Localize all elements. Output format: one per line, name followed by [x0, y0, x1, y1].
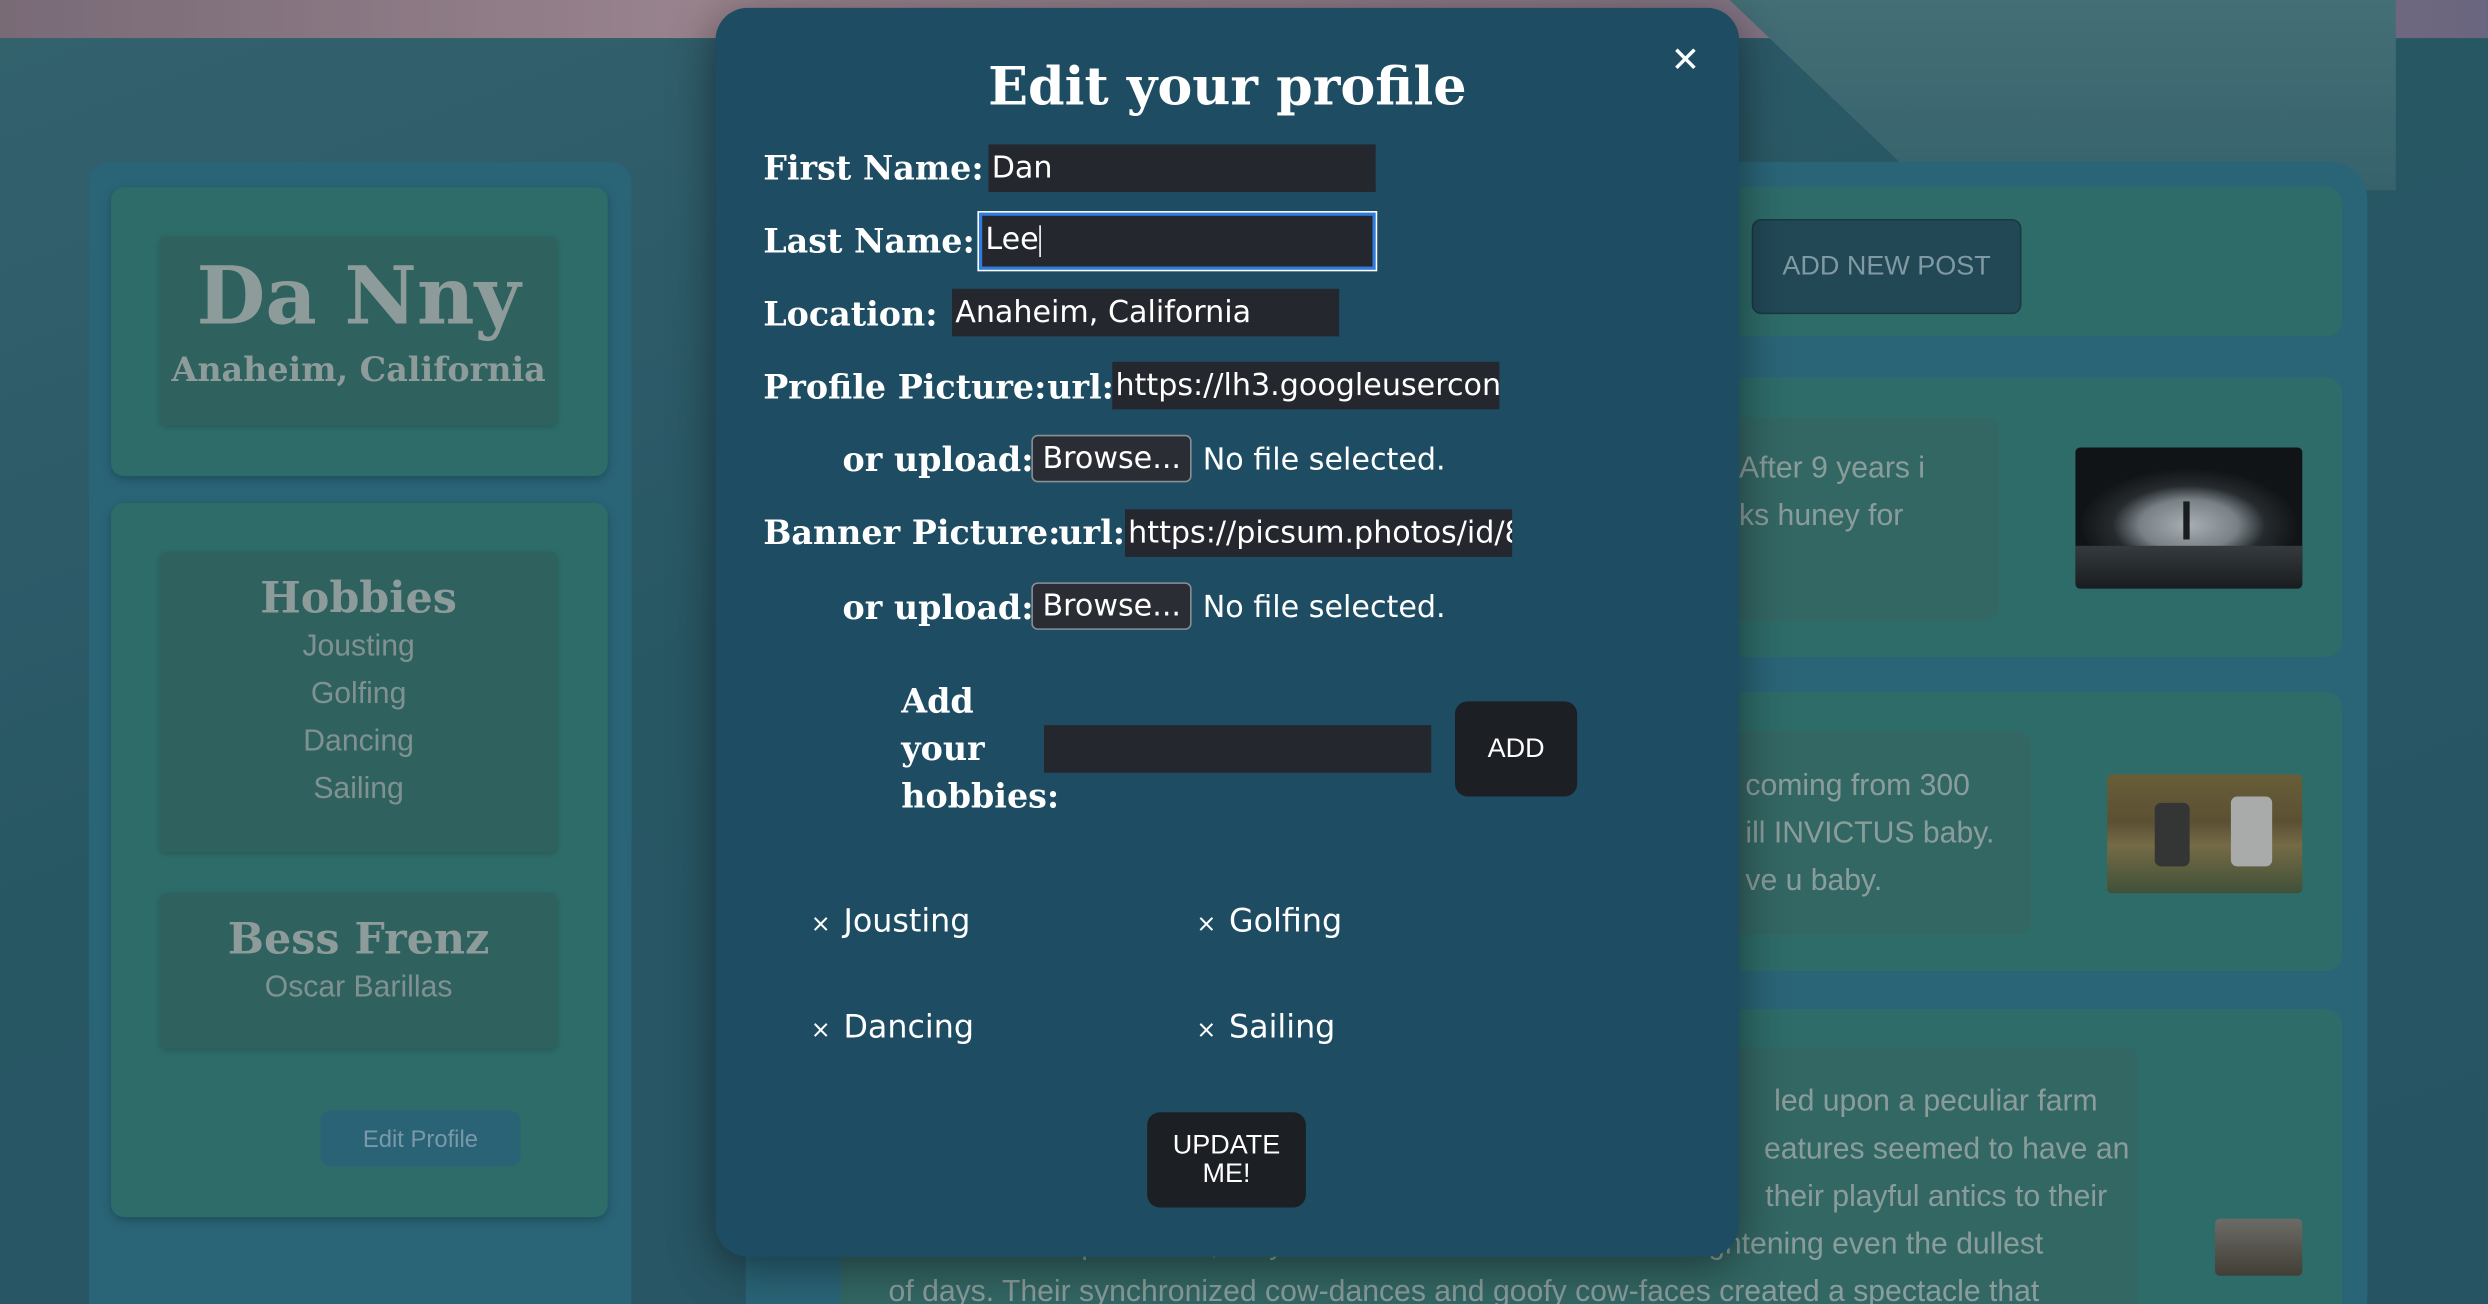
- hobby-chip: × Sailing: [1196, 1007, 1336, 1046]
- modal-title: Edit your profile: [988, 55, 1467, 118]
- remove-hobby-icon[interactable]: ×: [1196, 1015, 1216, 1044]
- remove-hobby-icon[interactable]: ×: [811, 909, 831, 938]
- add-hobby-button[interactable]: ADD: [1455, 701, 1578, 797]
- first-name-input[interactable]: Dan: [988, 144, 1376, 192]
- remove-hobby-icon[interactable]: ×: [1196, 909, 1216, 938]
- add-hobbies-label: Add your hobbies:: [901, 680, 1060, 816]
- profile-picture-label: Profile Picture:: [763, 366, 1047, 407]
- hobby-chip: × Golfing: [1196, 901, 1343, 940]
- hobby-input[interactable]: [1044, 725, 1432, 773]
- banner-browse-button[interactable]: Browse...: [1031, 582, 1193, 630]
- profile-url-label: url:: [1047, 366, 1114, 407]
- profile-upload-label: or upload:: [842, 439, 1034, 480]
- location-input[interactable]: Anaheim, California: [952, 288, 1340, 337]
- close-icon[interactable]: ✕: [1671, 40, 1700, 81]
- banner-file-status: No file selected.: [1202, 590, 1446, 626]
- edit-profile-modal: Edit your profile ✕ First Name: Dan Last…: [715, 7, 1740, 1257]
- profile-browse-button[interactable]: Browse...: [1031, 434, 1193, 483]
- last-name-input[interactable]: Lee: [977, 211, 1378, 272]
- banner-url-input[interactable]: https://picsum.photos/id/8(: [1124, 509, 1513, 557]
- hobby-chip: × Dancing: [810, 1007, 974, 1046]
- profile-url-input[interactable]: https://lh3.googleuserconte: [1112, 361, 1500, 410]
- update-button[interactable]: UPDATE ME!: [1147, 1112, 1306, 1208]
- profile-file-status: No file selected.: [1202, 442, 1446, 478]
- hobby-chip: × Jousting: [810, 901, 971, 940]
- banner-upload-label: or upload:: [842, 587, 1034, 627]
- banner-url-label: url:: [1058, 512, 1126, 553]
- last-name-label: Last Name:: [763, 220, 975, 261]
- remove-hobby-icon[interactable]: ×: [811, 1015, 831, 1044]
- first-name-label: First Name:: [763, 147, 984, 188]
- banner-picture-label: Banner Picture:: [763, 512, 1061, 553]
- location-label: Location:: [763, 293, 938, 334]
